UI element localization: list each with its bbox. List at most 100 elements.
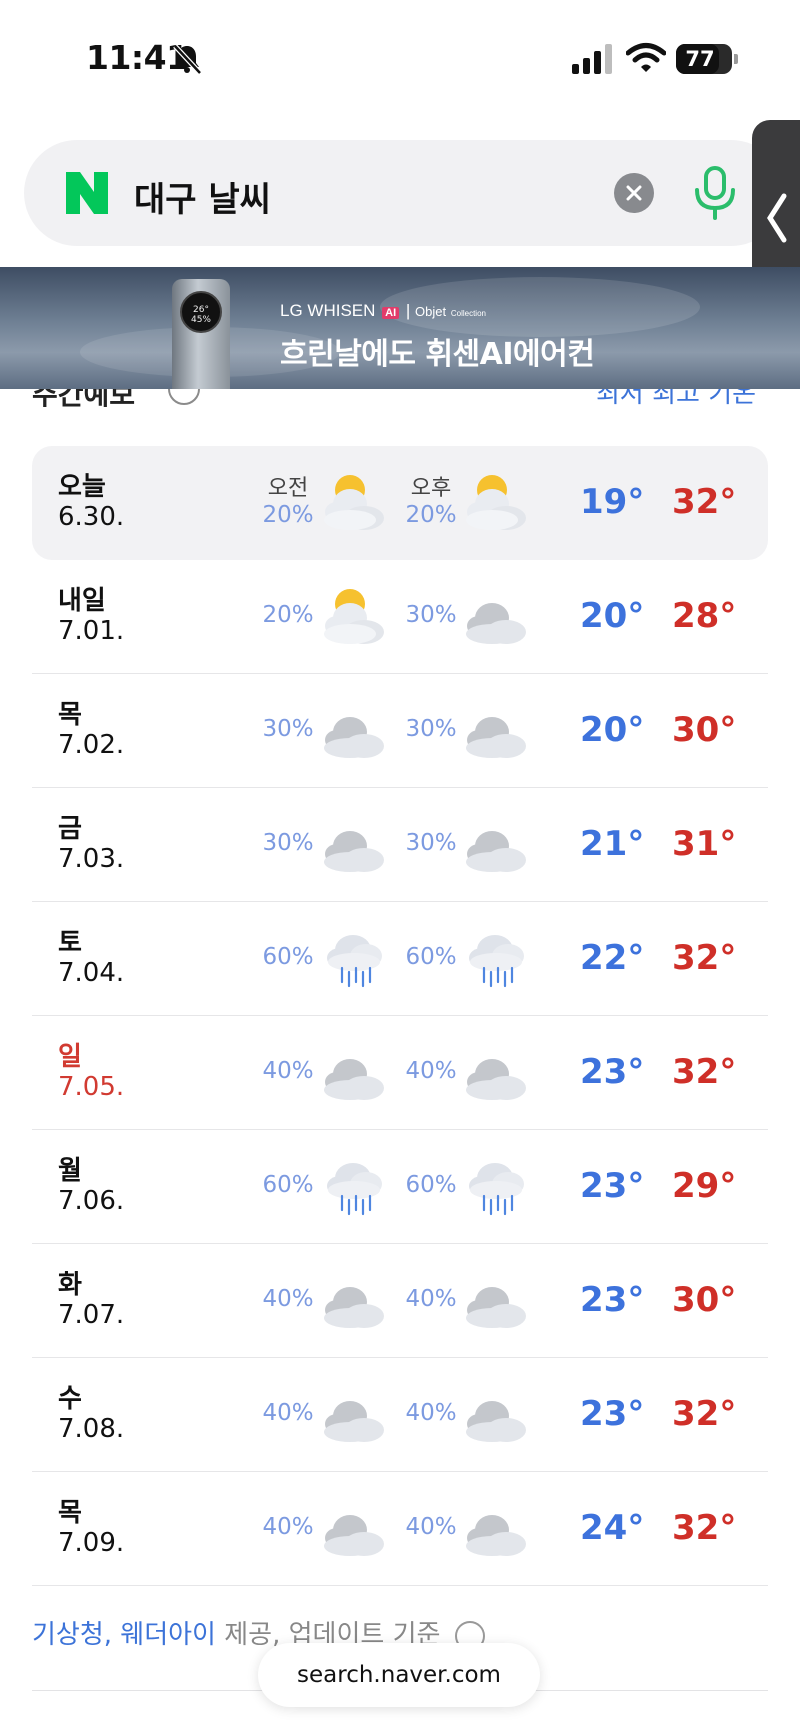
pm-precip-chance: 40%	[405, 1400, 457, 1426]
forecast-date: 7.08.	[58, 1414, 125, 1444]
forecast-row[interactable]: 금 7.03. 30% 30% 21° 31°	[32, 788, 768, 902]
bell-muted-icon	[173, 44, 202, 75]
cloudy-icon	[462, 1268, 532, 1332]
forecast-row[interactable]: 수 7.08. 40% 40% 23° 32°	[32, 1358, 768, 1472]
forecast-day: 금	[58, 814, 82, 844]
low-temp: 23°	[580, 1166, 645, 1206]
forecast-date: 7.03.	[58, 844, 125, 874]
section-title: 주간예보	[32, 389, 136, 411]
search-bar[interactable]: 대구 날씨	[24, 140, 784, 246]
high-temp: 32°	[672, 1394, 737, 1434]
forecast-date: 7.04.	[58, 958, 125, 988]
air-conditioner-image: 26° 45%	[172, 279, 230, 389]
forecast-row[interactable]: 목 7.09. 40% 40% 24° 32°	[32, 1472, 768, 1586]
naver-logo-icon[interactable]	[64, 170, 110, 216]
info-icon[interactable]	[168, 389, 200, 405]
low-temp: 20°	[580, 596, 645, 636]
forecast-day: 토	[58, 928, 82, 958]
rain-icon	[462, 926, 532, 990]
source-link[interactable]: 기상청, 웨더아이	[32, 1620, 216, 1650]
forecast-day: 목	[58, 700, 82, 730]
high-temp: 32°	[672, 1052, 737, 1092]
low-temp: 23°	[580, 1280, 645, 1320]
temp-basis-link[interactable]: 최저 최고 기온	[596, 389, 756, 410]
pm-precip-chance: 60%	[405, 944, 457, 970]
low-temp: 21°	[580, 824, 645, 864]
close-icon	[626, 185, 642, 201]
am-precip-chance: 40%	[262, 1286, 314, 1312]
clear-search-button[interactable]	[614, 173, 654, 213]
cloudy-icon	[462, 812, 532, 876]
cloudy-icon	[320, 1268, 390, 1332]
cloudy-icon	[462, 584, 532, 648]
cloudy-icon	[320, 1382, 390, 1446]
address-bar[interactable]: search.naver.com	[258, 1643, 540, 1707]
high-temp: 31°	[672, 824, 737, 864]
pm-precip-chance: 40%	[405, 1286, 457, 1312]
cloudy-icon	[462, 698, 532, 762]
pm-precip-chance: 30%	[405, 716, 457, 742]
cloudy-icon	[320, 812, 390, 876]
banner-brand: LG WHISEN AI | Objet Collection	[280, 301, 486, 320]
banner-tagline: 흐린날에도 휘센AI에어컨	[280, 337, 595, 372]
cloudy-icon	[320, 1496, 390, 1560]
ad-banner[interactable]: 26° 45% LG WHISEN AI | Objet Collection …	[0, 267, 800, 389]
partly-cloudy-icon	[462, 470, 532, 534]
forecast-date: 7.01.	[58, 616, 125, 646]
forecast-row[interactable]: 월 7.06. 60% 60% 23° 29°	[32, 1130, 768, 1244]
search-input[interactable]: 대구 날씨	[134, 172, 271, 221]
partly-cloudy-icon	[320, 470, 390, 534]
rain-icon	[462, 1154, 532, 1218]
forecast-row[interactable]: 화 7.07. 40% 40% 23° 30°	[32, 1244, 768, 1358]
rain-icon	[320, 1154, 390, 1218]
cloudy-icon	[320, 1040, 390, 1104]
forecast-row[interactable]: 오늘 6.30. 오전 오후 20% 20% 19° 32°	[32, 446, 768, 560]
chevron-left-icon	[767, 193, 787, 243]
low-temp: 23°	[580, 1394, 645, 1434]
am-precip-chance: 40%	[262, 1400, 314, 1426]
forecast-row[interactable]: 일 7.05. 40% 40% 23° 32°	[32, 1016, 768, 1130]
high-temp: 32°	[672, 482, 737, 522]
am-label: 오전	[267, 476, 309, 501]
am-precip-chance: 40%	[262, 1514, 314, 1540]
divider	[32, 1585, 768, 1586]
forecast-day: 목	[58, 1498, 82, 1528]
battery-level: 77	[685, 47, 715, 71]
high-temp: 30°	[672, 1280, 737, 1320]
high-temp: 30°	[672, 710, 737, 750]
pm-precip-chance: 40%	[405, 1058, 457, 1084]
rain-icon	[320, 926, 390, 990]
cellular-signal-icon	[572, 44, 612, 74]
forecast-day: 월	[58, 1156, 82, 1186]
wifi-icon	[626, 43, 666, 72]
high-temp: 32°	[672, 938, 737, 978]
pm-precip-chance: 60%	[405, 1172, 457, 1198]
forecast-day: 내일	[58, 586, 106, 616]
low-temp: 22°	[580, 938, 645, 978]
pm-precip-chance: 40%	[405, 1514, 457, 1540]
am-precip-chance: 60%	[262, 944, 314, 970]
forecast-date: 7.02.	[58, 730, 125, 760]
forecast-row[interactable]: 목 7.02. 30% 30% 20° 30°	[32, 674, 768, 788]
cloudy-icon	[462, 1040, 532, 1104]
low-temp: 19°	[580, 482, 645, 522]
pm-precip-chance: 20%	[405, 502, 457, 528]
forecast-date: 6.30.	[58, 502, 125, 532]
low-temp: 20°	[580, 710, 645, 750]
forecast-row[interactable]: 내일 7.01. 20% 30% 20° 28°	[32, 560, 768, 674]
pm-label: 오후	[410, 476, 452, 501]
forecast-date: 7.09.	[58, 1528, 125, 1558]
forecast-day: 일	[58, 1042, 82, 1072]
forecast-row[interactable]: 토 7.04. 60% 60% 22° 32°	[32, 902, 768, 1016]
section-header: 주간예보 최저 최고 기온	[0, 389, 800, 411]
forecast-day: 오늘	[58, 472, 106, 502]
am-precip-chance: 20%	[262, 502, 314, 528]
pm-precip-chance: 30%	[405, 830, 457, 856]
forecast-date: 7.05.	[58, 1072, 125, 1102]
forecast-day: 수	[58, 1384, 82, 1414]
forecast-date: 7.07.	[58, 1300, 125, 1330]
battery-indicator: 77	[676, 44, 738, 74]
high-temp: 32°	[672, 1508, 737, 1548]
microphone-icon[interactable]	[689, 166, 741, 220]
high-temp: 29°	[672, 1166, 737, 1206]
